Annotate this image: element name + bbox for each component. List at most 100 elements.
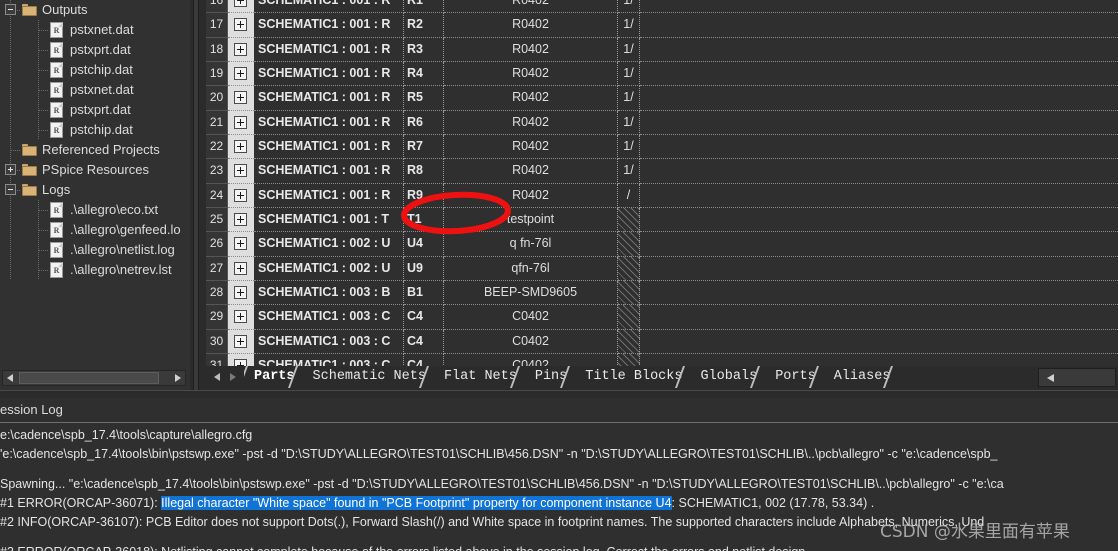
row-expander-cell[interactable] [228,110,254,136]
row-expander-cell[interactable] [228,183,254,209]
sheet-tab-globals[interactable]: Globals [690,366,765,388]
table-row[interactable]: 28 SCHEMATIC1 : 003 : B B1 BEEP-SMD9605 [206,281,1118,306]
cell-value[interactable] [618,232,640,257]
cell-value[interactable] [618,354,640,366]
tree-item-pstxprt-dat[interactable]: Rpstxprt.dat [0,100,186,120]
row-expander-cell[interactable] [228,281,254,306]
row-expander-cell[interactable] [228,0,254,14]
tree-item-pspice-resources[interactable]: PSpice Resources [0,160,186,180]
cell-pcb-footprint[interactable]: R0402 [444,62,618,87]
log-line[interactable]: #3 ERROR(ORCAP-36018): Netlisting cannot… [0,543,1118,551]
scrollbar-thumb[interactable] [19,372,159,384]
tree-item-allegro-netlist-log[interactable]: R .\allegro\netlist.log [0,240,186,260]
cell-reference[interactable]: SCHEMATIC1 : 001 : R [254,159,404,184]
cell-reference[interactable]: SCHEMATIC1 : 001 : R [254,135,404,160]
row-number[interactable]: 29 [206,305,228,330]
sheet-tab-strip[interactable]: Parts Schematic Nets Flat Nets Pins Title Bl… [244,366,1040,392]
cell-reference[interactable]: SCHEMATIC1 : 002 : U [254,232,404,257]
expand-icon[interactable] [234,42,247,56]
cell-reference[interactable]: SCHEMATIC1 : 001 : T [254,208,404,233]
row-number[interactable]: 25 [206,208,228,233]
row-expander-cell[interactable] [228,256,254,282]
splitter-bar[interactable] [193,0,199,390]
table-row[interactable]: 27 SCHEMATIC1 : 002 : U U9 qfn-76l [206,256,1118,282]
table-row[interactable]: 17 SCHEMATIC1 : 001 : R R2 R0402 1/ [206,13,1118,38]
row-expander-cell[interactable] [228,329,254,355]
row-expander-cell[interactable] [228,232,254,257]
row-expander-cell[interactable] [228,135,254,160]
expand-icon[interactable] [234,213,247,227]
cell-value[interactable] [618,329,640,355]
sheet-tab-pins[interactable]: Pins [525,366,575,388]
cell-pcb-footprint[interactable]: C0402 [444,329,618,355]
cell-reference[interactable]: SCHEMATIC1 : 001 : R [254,37,404,63]
tree-item-logs[interactable]: Logs [0,180,186,200]
cell-empty[interactable] [640,232,1118,257]
cell-reference[interactable]: SCHEMATIC1 : 002 : U [254,256,404,282]
table-row[interactable]: 21 SCHEMATIC1 : 001 : R R6 R0402 1/ [206,110,1118,136]
cell-reference[interactable]: SCHEMATIC1 : 001 : R [254,0,404,14]
row-number[interactable]: 21 [206,110,228,136]
row-expander-cell[interactable] [228,37,254,63]
cell-empty[interactable] [640,62,1118,87]
row-number[interactable]: 20 [206,86,228,111]
project-tree-scroll-area[interactable]: Outputs Rpstxnet.dat Rpstxprt.dat Rpstchip.… [0,0,186,368]
tree-item-allegro-genfeed-lo[interactable]: R .\allegro\genfeed.lo [0,220,186,240]
cell-pcb-footprint[interactable]: BEEP-SMD9605 [444,281,618,306]
cell-reference[interactable]: SCHEMATIC1 : 001 : R [254,183,404,209]
sheet-tab-aliases[interactable]: Aliases [824,366,899,388]
cell-pcb-footprint[interactable]: R0402 [444,159,618,184]
cell-pcb-footprint[interactable]: R0402 [444,37,618,63]
cell-value[interactable]: 1/ [618,135,640,160]
cell-pcb-footprint[interactable]: R0402 [444,86,618,111]
row-number[interactable]: 26 [206,232,228,257]
table-row[interactable]: 30 SCHEMATIC1 : 003 : C C4 C0402 [206,329,1118,355]
row-expander-cell[interactable] [228,62,254,87]
row-expander-cell[interactable] [228,86,254,111]
cell-empty[interactable] [640,257,1118,282]
vertical-splitter[interactable] [190,0,206,390]
cell-designator[interactable]: R3 [404,37,444,63]
log-line[interactable]: 'e:\cadence\spb_17.4\tools\bin\pstswp.ex… [0,445,1118,464]
row-number[interactable]: 28 [206,281,228,306]
cell-value[interactable]: 1/ [618,86,640,111]
cell-empty[interactable] [640,330,1118,355]
row-expander-cell[interactable] [228,159,254,184]
table-row[interactable]: 20 SCHEMATIC1 : 001 : R R5 R0402 1/ [206,86,1118,111]
expand-icon[interactable] [234,188,247,202]
table-row[interactable]: 26 SCHEMATIC1 : 002 : U U4 q fn-76l [206,232,1118,257]
log-line[interactable]: #1 ERROR(ORCAP-36071): Illegal character… [0,494,1118,513]
cell-pcb-footprint[interactable]: C0402 [444,305,618,330]
cell-reference[interactable]: SCHEMATIC1 : 003 : C [254,305,404,330]
parts-grid[interactable]: 16 SCHEMATIC1 : 001 : R R1 R0402 1/17 SCHEMAT… [206,0,1118,366]
log-line[interactable]: Spawning... "e:\cadence\spb_17.4\tools\b… [0,475,1118,494]
cell-value[interactable]: / [618,183,640,209]
expand-icon[interactable] [234,359,247,366]
tree-item-pstxnet-dat[interactable]: Rpstxnet.dat [0,20,186,40]
cell-value[interactable] [618,208,640,233]
cell-value[interactable]: 1/ [618,159,640,184]
cell-reference[interactable]: SCHEMATIC1 : 001 : R [254,13,404,38]
expand-icon[interactable] [234,91,247,105]
sheet-tab-parts[interactable]: Parts [244,366,303,388]
tree-item-allegro-netrev-lst[interactable]: R .\allegro\netrev.lst [0,260,186,280]
table-row[interactable]: 18 SCHEMATIC1 : 001 : R R3 R0402 1/ [206,37,1118,63]
cell-designator[interactable]: B1 [404,281,444,306]
tab-scroll-next-icon[interactable] [226,369,242,386]
collapse-icon[interactable] [5,4,16,15]
cell-empty[interactable] [640,281,1118,306]
project-tree-horizontal-scrollbar[interactable] [2,370,186,386]
cell-empty[interactable] [640,111,1118,136]
cell-reference[interactable]: SCHEMATIC1 : 003 : C [254,354,404,366]
cell-reference[interactable]: SCHEMATIC1 : 001 : R [254,110,404,136]
cell-value[interactable]: 1/ [618,62,640,87]
cell-value[interactable] [618,281,640,306]
cell-pcb-footprint[interactable]: R0402 [444,135,618,160]
cell-empty[interactable] [640,86,1118,111]
row-number[interactable]: 16 [206,0,228,14]
cell-empty[interactable] [640,354,1118,366]
cell-value[interactable]: 1/ [618,0,640,14]
expand-icon[interactable] [5,164,16,175]
cell-designator[interactable]: R2 [404,13,444,38]
expand-icon[interactable] [234,261,247,275]
